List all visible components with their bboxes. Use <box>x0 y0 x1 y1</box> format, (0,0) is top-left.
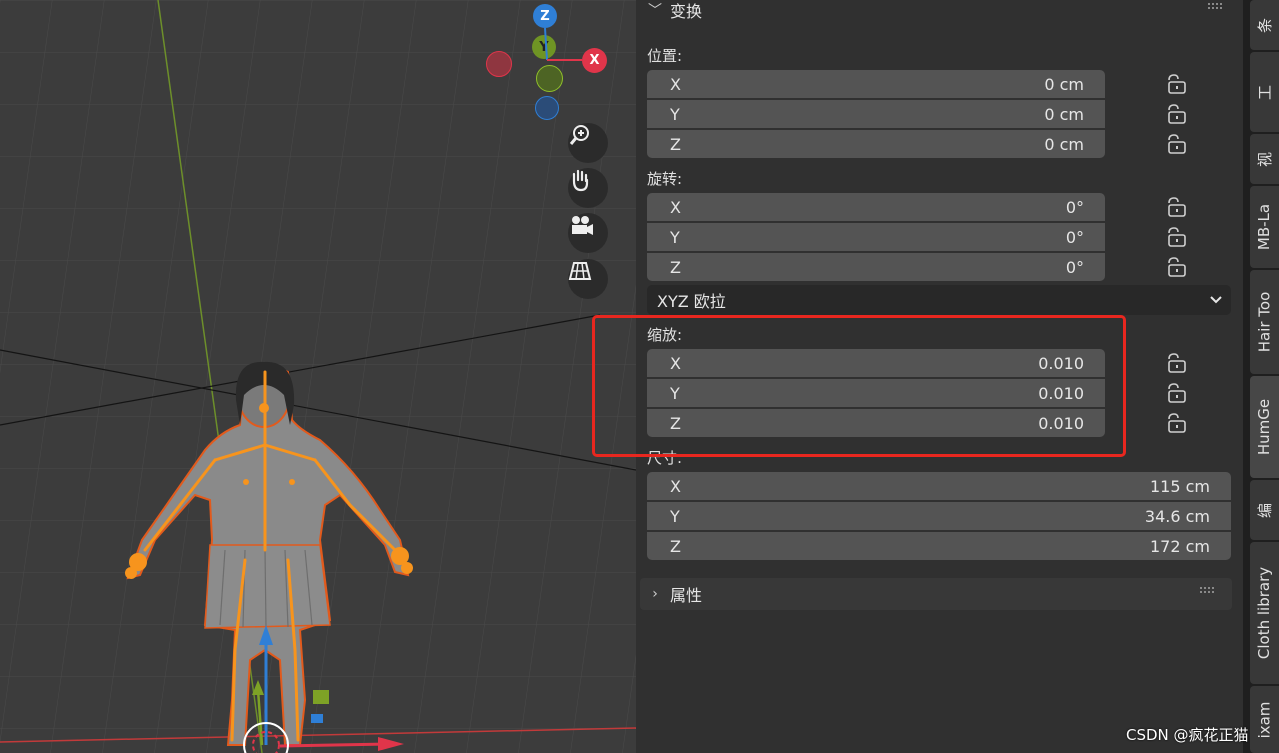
perspective-toggle-button[interactable] <box>568 259 608 299</box>
watermark: CSDN @疯花正猫 <box>1126 726 1249 744</box>
chevron-right-icon: › <box>652 586 658 602</box>
gizmo-neg-y-axis[interactable] <box>536 65 563 92</box>
tab-humgen[interactable]: HumGe <box>1250 376 1279 478</box>
tab-hair-tool[interactable]: Hair Too <box>1250 270 1279 374</box>
chevron-down-icon <box>1210 296 1222 304</box>
location-y-field[interactable]: Y 0 cm <box>647 100 1105 128</box>
dimensions-y-field[interactable]: Y 34.6 cm <box>647 502 1231 530</box>
tab-item[interactable]: 条 <box>1250 0 1279 50</box>
lock-open-icon[interactable] <box>1164 412 1190 434</box>
rotation-fields: X 0° Y 0° Z 0° <box>647 193 1105 281</box>
lock-open-icon[interactable] <box>1164 133 1190 155</box>
hand-icon <box>572 169 589 192</box>
lock-open-icon[interactable] <box>1164 352 1190 374</box>
drag-grip-icon[interactable] <box>1200 587 1216 597</box>
lock-open-icon[interactable] <box>1164 73 1190 95</box>
rotation-z-field[interactable]: Z 0° <box>647 253 1105 281</box>
gizmo-neg-z-axis[interactable] <box>535 96 559 120</box>
zoom-icon <box>569 125 589 145</box>
3d-viewport[interactable]: Z Y X <box>0 0 636 753</box>
lock-open-icon[interactable] <box>1164 196 1190 218</box>
dimensions-x-field[interactable]: X 115 cm <box>647 472 1231 500</box>
lock-open-icon[interactable] <box>1164 256 1190 278</box>
drag-grip-icon[interactable] <box>1208 3 1224 13</box>
gizmo-neg-x-axis[interactable] <box>486 51 512 77</box>
tab-mixamo[interactable]: ixam <box>1250 686 1279 753</box>
chevron-down-icon: ﹀ <box>648 3 662 19</box>
rotation-mode-value: XYZ 欧拉 <box>657 292 726 311</box>
grid-icon <box>568 262 592 280</box>
tab-edit[interactable]: 编 <box>1250 480 1279 540</box>
camera-view-button[interactable] <box>568 213 608 253</box>
location-label: 位置: <box>647 47 683 65</box>
location-z-field[interactable]: Z 0 cm <box>647 130 1105 158</box>
gizmo-x-axis[interactable]: X <box>582 48 607 73</box>
rotation-mode-select[interactable]: XYZ 欧拉 <box>647 285 1231 315</box>
transform-panel-title: 变换 <box>670 2 703 21</box>
location-fields: X 0 cm Y 0 cm Z 0 cm <box>647 70 1105 158</box>
lock-open-icon[interactable] <box>1164 382 1190 404</box>
dimensions-fields: X 115 cm Y 34.6 cm Z 172 cm <box>647 472 1231 560</box>
dimensions-z-field[interactable]: Z 172 cm <box>647 532 1231 560</box>
properties-panel-header[interactable]: › 属性 <box>640 578 1232 610</box>
tab-tool[interactable]: 工 <box>1250 52 1279 132</box>
lock-open-icon[interactable] <box>1164 226 1190 248</box>
transform-panel-header[interactable]: ﹀ 变换 <box>640 0 1240 26</box>
tab-mb-lab[interactable]: MB-La <box>1250 186 1279 268</box>
gizmo-z-axis[interactable]: Z <box>533 4 557 28</box>
rotation-y-field[interactable]: Y 0° <box>647 223 1105 251</box>
camera-icon <box>572 216 593 235</box>
tab-cloth-library[interactable]: Cloth library <box>1250 542 1279 684</box>
tab-view[interactable]: 视 <box>1250 134 1279 184</box>
sidebar-tab-strip: 条 工 视 MB-La Hair Too HumGe 编 Cloth libra… <box>1243 0 1279 753</box>
gizmo-y-axis[interactable]: Y <box>532 35 556 59</box>
rotation-label: 旋转: <box>647 170 683 188</box>
scale-highlight-box <box>592 315 1126 457</box>
pan-button[interactable] <box>568 168 608 208</box>
location-x-field[interactable]: X 0 cm <box>647 70 1105 98</box>
zoom-button[interactable] <box>568 123 608 163</box>
properties-panel-title: 属性 <box>670 586 703 605</box>
rotation-x-field[interactable]: X 0° <box>647 193 1105 221</box>
lock-open-icon[interactable] <box>1164 103 1190 125</box>
